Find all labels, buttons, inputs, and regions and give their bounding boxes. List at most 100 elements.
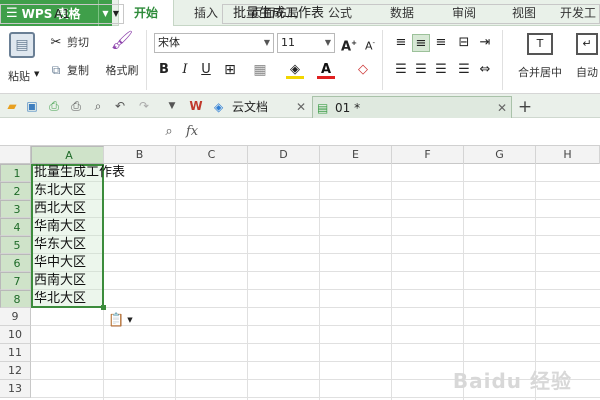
fill-pattern-icon[interactable]: ▦ bbox=[251, 61, 269, 79]
divider bbox=[502, 30, 503, 90]
save-icon[interactable]: ▣ bbox=[24, 97, 40, 115]
format-painter-button[interactable]: 🖌 格式刷 bbox=[102, 30, 142, 90]
formula-input[interactable]: 批量生成工作表 bbox=[222, 4, 600, 24]
font-name-select[interactable]: 宋体 ▼ bbox=[154, 33, 274, 53]
chevron-down-icon: ▼ bbox=[112, 9, 119, 18]
open-folder-icon[interactable]: ▰ bbox=[4, 97, 20, 115]
align-right-icon[interactable]: ☰ bbox=[432, 61, 450, 79]
cut-label: 剪切 bbox=[67, 36, 89, 49]
row-header-11[interactable]: 11 bbox=[0, 344, 31, 362]
row-header-7[interactable]: 7 bbox=[0, 272, 31, 290]
grid-line bbox=[31, 361, 600, 362]
paste-button[interactable]: ▤ 粘贴 ▼ bbox=[6, 30, 39, 90]
name-box-value: A1 bbox=[54, 7, 70, 21]
increase-font-icon[interactable]: A+ bbox=[340, 34, 358, 54]
cut-button[interactable]: ✂ 剪切 bbox=[48, 34, 89, 50]
wrap-text-icon: ↵ bbox=[576, 33, 598, 55]
spreadsheet-file-icon: ▤ bbox=[317, 101, 329, 115]
row-header-3[interactable]: 3 bbox=[0, 200, 31, 218]
formula-bar bbox=[0, 118, 600, 146]
column-header-d[interactable]: D bbox=[248, 146, 320, 164]
font-size-value: 11 bbox=[281, 36, 295, 49]
cell-a2[interactable]: 东北大区 bbox=[31, 182, 86, 200]
tab-home[interactable]: 开始 bbox=[118, 0, 174, 27]
decrease-font-icon[interactable]: A- bbox=[361, 34, 379, 53]
row-header-6[interactable]: 6 bbox=[0, 254, 31, 272]
print-preview-icon[interactable]: ⌕ bbox=[90, 97, 106, 115]
cell-a3[interactable]: 西北大区 bbox=[31, 200, 86, 218]
new-tab-icon[interactable]: + bbox=[516, 96, 534, 118]
cell-a4[interactable]: 华南大区 bbox=[31, 218, 86, 236]
doc-tab-cloud[interactable]: ◈ 云文档 ✕ bbox=[210, 96, 310, 118]
merge-center-label: 合并居中 bbox=[518, 66, 562, 79]
close-icon[interactable]: ✕ bbox=[497, 97, 507, 119]
row-header-4[interactable]: 4 bbox=[0, 218, 31, 236]
auto-wrap-label: 自动 bbox=[576, 66, 598, 79]
redo-icon[interactable]: ↷ bbox=[136, 97, 152, 115]
font-name-value: 宋体 bbox=[158, 36, 180, 49]
column-header-c[interactable]: C bbox=[176, 146, 248, 164]
font-size-select[interactable]: 11 ▼ bbox=[277, 33, 335, 53]
watermark: Baidu 经验 bbox=[452, 369, 572, 393]
row-header-12[interactable]: 12 bbox=[0, 362, 31, 380]
insert-function-icon[interactable]: fx bbox=[186, 122, 208, 142]
chevron-down-icon: ▼ bbox=[263, 38, 270, 47]
print-icon[interactable]: ⎙ bbox=[68, 97, 84, 115]
row-header-1[interactable]: 1 bbox=[0, 164, 31, 182]
row-header-9[interactable]: 9 bbox=[0, 308, 31, 326]
orientation-icon[interactable]: ⊟ bbox=[455, 34, 473, 52]
cloud-doc-icon: ◈ bbox=[214, 100, 224, 114]
export-pdf-icon[interactable]: ⎙ bbox=[46, 97, 62, 115]
copy-button[interactable]: ⧉ 复制 bbox=[48, 62, 89, 78]
paste-options-button[interactable]: 📋 ▼ bbox=[108, 312, 138, 328]
scissors-icon: ✂ bbox=[50, 34, 62, 50]
align-center-icon[interactable]: ☰ bbox=[412, 61, 430, 79]
fill-color-icon[interactable]: ◈ bbox=[286, 61, 304, 79]
cell-a7[interactable]: 西南大区 bbox=[31, 272, 86, 290]
align-middle-icon[interactable]: ≡ bbox=[412, 34, 430, 52]
column-header-b[interactable]: B bbox=[104, 146, 176, 164]
cell-a5[interactable]: 华东大区 bbox=[31, 236, 86, 254]
merge-center-button[interactable]: T 合并居中 bbox=[508, 30, 572, 90]
column-header-f[interactable]: F bbox=[392, 146, 464, 164]
copy-icon: ⧉ bbox=[51, 63, 61, 77]
row-header-10[interactable]: 10 bbox=[0, 326, 31, 344]
row-header-2[interactable]: 2 bbox=[0, 182, 31, 200]
align-left-icon[interactable]: ☰ bbox=[392, 61, 410, 79]
cell-a6[interactable]: 华中大区 bbox=[31, 254, 86, 272]
justify-icon[interactable]: ☰ bbox=[455, 61, 473, 79]
close-icon[interactable]: ✕ bbox=[296, 96, 306, 118]
undo-icon[interactable]: ↶ bbox=[112, 97, 128, 115]
row-header-13[interactable]: 13 bbox=[0, 380, 31, 398]
grid-line bbox=[31, 199, 600, 200]
font-color-icon[interactable]: A bbox=[317, 61, 335, 79]
brush-icon: 🖌 bbox=[110, 30, 134, 51]
indent-icon[interactable]: ⇥ bbox=[476, 34, 494, 52]
format-painter-label: 格式刷 bbox=[105, 64, 139, 77]
row-header-8[interactable]: 8 bbox=[0, 290, 31, 308]
chevron-down-icon[interactable]: ▼ bbox=[164, 97, 180, 115]
underline-icon[interactable]: U bbox=[197, 61, 215, 79]
cell-a8[interactable]: 华北大区 bbox=[31, 290, 86, 308]
row-header-5[interactable]: 5 bbox=[0, 236, 31, 254]
column-header-a[interactable]: A bbox=[31, 146, 104, 164]
clipboard-icon: 📋 bbox=[108, 312, 125, 328]
column-header-h[interactable]: H bbox=[536, 146, 600, 164]
fill-handle[interactable] bbox=[101, 305, 106, 310]
clear-format-icon[interactable]: ◇ bbox=[354, 61, 372, 79]
distributed-icon[interactable]: ⇔ bbox=[476, 61, 494, 79]
cell-a1[interactable]: 批量生成工作表 bbox=[31, 164, 125, 182]
border-icon[interactable]: ⊞ bbox=[221, 61, 239, 79]
auto-wrap-button[interactable]: ↵ 自动 bbox=[576, 30, 600, 90]
zoom-search-icon[interactable]: ⌕ bbox=[160, 122, 178, 142]
italic-icon[interactable]: I bbox=[176, 61, 194, 79]
column-header-g[interactable]: G bbox=[464, 146, 536, 164]
name-box[interactable]: A1 ▼ bbox=[0, 4, 124, 24]
bold-icon[interactable]: B bbox=[155, 61, 173, 79]
select-all-corner[interactable] bbox=[0, 146, 31, 164]
column-header-e[interactable]: E bbox=[320, 146, 392, 164]
align-bottom-icon[interactable]: ≡ bbox=[432, 34, 450, 52]
grid-line bbox=[31, 253, 600, 254]
doc-tab-01[interactable]: ▤ 01 * ✕ bbox=[312, 96, 512, 118]
align-top-icon[interactable]: ≡ bbox=[392, 34, 410, 52]
